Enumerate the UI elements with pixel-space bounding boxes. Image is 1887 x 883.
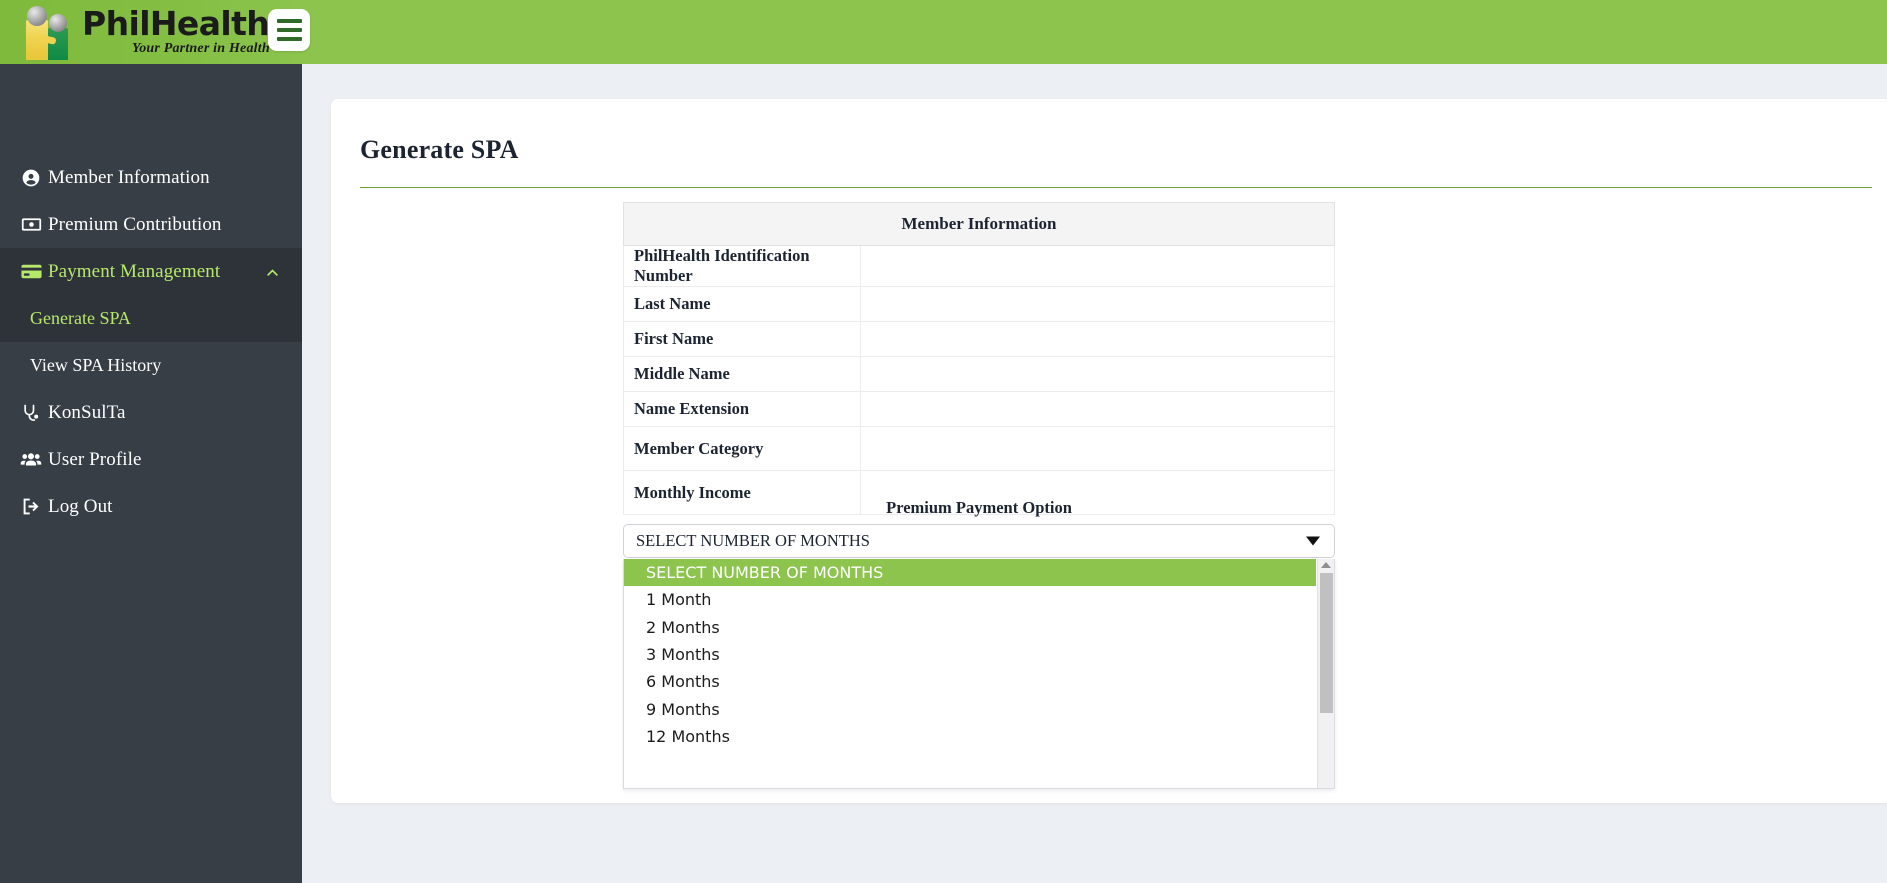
dropdown-option-2-months[interactable]: 2 Months [624,614,1316,641]
sidebar-item-konsulta[interactable]: KonSulTa [0,389,302,436]
table-row: First Name [623,321,1335,357]
dropdown-option-3-months[interactable]: 3 Months [624,641,1316,668]
sidebar-item-label: Member Information [48,166,210,188]
sidebar-item-label: User Profile [48,448,142,470]
header-brand-area: PhilHealth Your Partner in Health [0,0,302,64]
table-row: Name Extension [623,391,1335,427]
sidebar-subitem-label: Generate SPA [30,308,131,328]
field-label-name-extension: Name Extension [623,391,861,427]
scroll-up-arrow-icon[interactable] [1321,562,1331,568]
hamburger-bar-icon [276,19,302,23]
sidebar-item-member-information[interactable]: Member Information [0,154,302,201]
chevron-down-icon [1306,536,1320,546]
table-row: PhilHealth Identification Number [623,245,1335,287]
dropdown-option-label: 2 Months [646,617,720,637]
dropdown-option-label: 6 Months [646,672,720,692]
dropdown-option-label: 12 Months [646,726,730,746]
field-label-member-category: Member Category [623,426,861,471]
dropdown-option-1-month[interactable]: 1 Month [624,586,1316,613]
dropdown-scrollbar[interactable] [1317,559,1334,788]
field-value-member-category[interactable] [860,426,1335,471]
sidebar-item-label: Premium Contribution [48,213,222,235]
field-value-middle-name[interactable] [860,356,1335,392]
logo-head-left-icon [27,6,47,26]
dropdown-option-9-months[interactable]: 9 Months [624,695,1316,722]
hamburger-bar-icon [276,37,302,41]
premium-payment-option-label: Premium Payment Option [886,498,1072,517]
field-value-pin[interactable] [860,245,1335,287]
dropdown-option-12-months[interactable]: 12 Months [624,723,1316,750]
sidebar-nav: Member Information Premium Contribution [0,64,302,883]
dropdown-option-select-number-of-months[interactable]: SELECT NUMBER OF MONTHS [624,559,1316,587]
sidebar-item-view-spa-history[interactable]: View SPA History [0,342,302,389]
field-value-first-name[interactable] [860,321,1335,357]
sidebar-item-payment-management[interactable]: Payment Management [0,248,302,295]
credit-card-icon [14,260,48,283]
dropdown-scrollbar-thumb[interactable] [1320,573,1333,713]
page-title: Generate SPA [360,135,519,164]
dropdown-option-label: 9 Months [646,699,720,719]
dropdown-option-list: SELECT NUMBER OF MONTHS 1 Month 2 Months… [624,559,1316,750]
table-row: Middle Name [623,356,1335,392]
logo-head-right-icon [49,14,67,32]
field-label-first-name: First Name [623,321,861,357]
sidebar-item-log-out[interactable]: Log Out [0,483,302,530]
hamburger-bar-icon [276,28,302,32]
member-information-title: Member Information [623,202,1335,246]
page-root: PhilHealth Your Partner in Health Member… [0,0,1887,883]
field-label-last-name: Last Name [623,286,861,322]
logo-tagline: Your Partner in Health [132,40,270,56]
dropdown-option-label: SELECT NUMBER OF MONTHS [646,563,884,583]
sidebar-item-label: Payment Management [48,260,221,282]
table-row: Member Category [623,426,1335,471]
table-header-row: Member Information [623,202,1335,246]
sidebar-item-label: Log Out [48,495,113,517]
field-value-name-extension[interactable] [860,391,1335,427]
philhealth-logo: PhilHealth Your Partner in Health [14,0,270,64]
sidebar-subitem-label: View SPA History [30,355,162,375]
menu-toggle-button[interactable] [268,9,310,51]
dropdown-option-label: 1 Month [646,590,712,610]
title-divider [360,187,1872,188]
main-content: Generate SPA Member Information PhilHeal… [302,64,1887,883]
dropdown-option-label: 3 Months [646,645,720,665]
sidebar-item-user-profile[interactable]: User Profile [0,436,302,483]
field-value-last-name[interactable] [860,286,1335,322]
field-label-middle-name: Middle Name [623,356,861,392]
select-selected-value: SELECT NUMBER OF MONTHS [636,531,870,550]
chevron-up-icon [265,264,280,279]
sidebar-item-label: KonSulTa [48,401,126,423]
users-icon [14,449,48,471]
field-label-pin: PhilHealth Identification Number [623,245,861,287]
sign-out-icon [14,496,48,517]
logo-title: PhilHealth [82,3,270,43]
top-header: PhilHealth Your Partner in Health [0,0,1887,64]
sidebar-group-payment-management: Payment Management Generate SPA [0,248,302,342]
money-bill-icon [14,214,48,235]
generate-spa-card: Generate SPA Member Information PhilHeal… [331,99,1887,803]
table-row: Last Name [623,286,1335,322]
sidebar-top-spacer [0,64,302,154]
philhealth-logo-icon [14,4,76,60]
user-circle-icon [14,168,48,188]
sidebar-item-premium-contribution[interactable]: Premium Contribution [0,201,302,248]
sidebar-item-generate-spa[interactable]: Generate SPA [0,295,302,342]
premium-payment-option-dropdown[interactable]: SELECT NUMBER OF MONTHS 1 Month 2 Months… [623,559,1335,789]
stethoscope-icon [14,403,48,423]
member-information-table: Member Information PhilHealth Identifica… [623,202,1335,515]
logo-text-block: PhilHealth Your Partner in Health [82,3,270,57]
dropdown-option-6-months[interactable]: 6 Months [624,668,1316,695]
premium-payment-option-select[interactable]: SELECT NUMBER OF MONTHS [623,524,1335,558]
